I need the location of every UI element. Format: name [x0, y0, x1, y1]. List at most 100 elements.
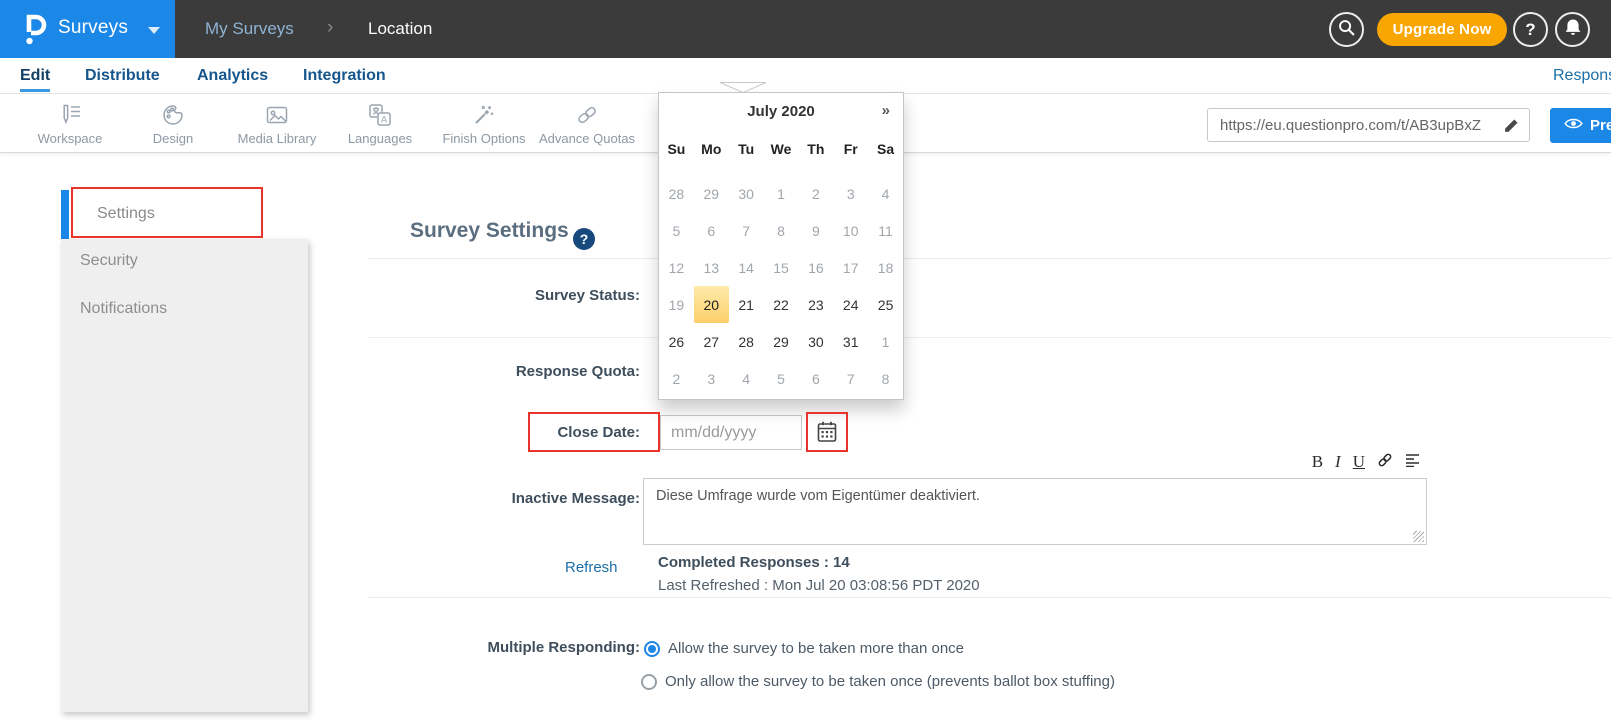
- toolbar-item-advance-quotas[interactable]: Advance Quotas: [532, 102, 642, 146]
- questionpro-logo: [22, 11, 48, 52]
- bell-icon: [1564, 18, 1582, 41]
- eye-icon: [1564, 117, 1583, 134]
- survey-status-label: Survey Status:: [368, 287, 640, 304]
- sidebar-item-settings[interactable]: Settings: [97, 205, 155, 223]
- calendar-day: 16: [798, 249, 833, 286]
- calendar-day: 2: [798, 175, 833, 212]
- close-date-label: Close Date:: [368, 424, 640, 441]
- notifications-button[interactable]: [1555, 12, 1590, 47]
- calendar-day[interactable]: 28: [729, 323, 764, 360]
- last-refreshed-text: Last Refreshed : Mon Jul 20 03:08:56 PDT…: [658, 577, 980, 594]
- questionpro-app: Surveys My Surveys › Location Upgrade No…: [0, 0, 1611, 721]
- calendar-day[interactable]: 30: [798, 323, 833, 360]
- radio-selected-icon[interactable]: [644, 641, 660, 657]
- survey-url-input[interactable]: [1208, 109, 1500, 141]
- tab-integration[interactable]: Integration: [303, 67, 386, 85]
- calendar-day[interactable]: 21: [729, 286, 764, 323]
- sidebar-active-indicator: [61, 190, 69, 239]
- response-quota-label: Response Quota:: [368, 363, 640, 380]
- sidebar-item-security[interactable]: Security: [80, 252, 138, 270]
- multiple-responding-option-allow[interactable]: Allow the survey to be taken more than o…: [644, 640, 964, 657]
- datepicker-next-button[interactable]: »: [882, 102, 890, 119]
- calendar-day: 29: [694, 175, 729, 212]
- calendar-day[interactable]: 29: [764, 323, 799, 360]
- calendar-day: 3: [694, 360, 729, 397]
- tab-edit[interactable]: Edit: [20, 67, 50, 85]
- align-icon[interactable]: [1405, 453, 1420, 470]
- italic-button[interactable]: I: [1335, 453, 1341, 470]
- breadcrumb-parent[interactable]: My Surveys: [205, 19, 294, 39]
- tab-analytics[interactable]: Analytics: [197, 67, 268, 85]
- design-icon: [118, 102, 228, 128]
- calendar-day: 5: [659, 212, 694, 249]
- toolbar-item-finish-options[interactable]: Finish Options: [429, 102, 539, 146]
- calendar-day: 6: [694, 212, 729, 249]
- finish-options-icon: [429, 102, 539, 128]
- calendar-day: 2: [659, 360, 694, 397]
- tab-distribute[interactable]: Distribute: [85, 67, 160, 85]
- message-editor-toolbar: B I U: [1298, 450, 1420, 472]
- pencil-icon[interactable]: [1503, 117, 1520, 139]
- preview-button-label: Pre: [1590, 117, 1611, 134]
- workspace-icon: [15, 102, 125, 128]
- divider: [368, 337, 1611, 338]
- multiple-responding-option-once[interactable]: Only allow the survey to be taken once (…: [641, 673, 1115, 690]
- calendar-day-selected[interactable]: 20: [694, 286, 729, 323]
- sidebar-item-notifications[interactable]: Notifications: [80, 300, 167, 318]
- datepicker-caret: [719, 82, 767, 94]
- day-header: Mo: [694, 137, 729, 161]
- search-button[interactable]: [1329, 12, 1364, 47]
- calendar-day: 17: [833, 249, 868, 286]
- day-header: We: [764, 137, 799, 161]
- underline-button[interactable]: U: [1353, 453, 1365, 470]
- calendar-day: 3: [833, 175, 868, 212]
- textarea-resize-handle[interactable]: [1413, 531, 1424, 542]
- calendar-icon[interactable]: [815, 419, 839, 445]
- tab-responses-partial[interactable]: Respons: [1553, 67, 1611, 85]
- calendar-day[interactable]: 27: [694, 323, 729, 360]
- calendar-day[interactable]: 31: [833, 323, 868, 360]
- preview-button[interactable]: Pre: [1550, 108, 1611, 143]
- survey-url-box: [1207, 108, 1530, 142]
- day-header: Tu: [729, 137, 764, 161]
- datepicker-day-headers: Su Mo Tu We Th Fr Sa: [659, 137, 903, 161]
- calendar-day: 18: [868, 249, 903, 286]
- help-icon: ?: [1525, 20, 1535, 40]
- calendar-day[interactable]: 26: [659, 323, 694, 360]
- title-help-button[interactable]: ?: [573, 228, 595, 250]
- toolbar-item-media-library[interactable]: Media Library: [222, 102, 332, 146]
- bold-button[interactable]: B: [1312, 453, 1323, 470]
- multiple-responding-label: Multiple Responding:: [368, 639, 640, 656]
- calendar-day[interactable]: 23: [798, 286, 833, 323]
- section-tabs: Edit Distribute Analytics Integration Re…: [0, 58, 1611, 94]
- inactive-message-textarea[interactable]: Diese Umfrage wurde vom Eigentümer deakt…: [643, 478, 1427, 545]
- calendar-day: 19: [659, 286, 694, 323]
- datepicker-month-label[interactable]: July 2020: [659, 103, 903, 120]
- calendar-day: 10: [833, 212, 868, 249]
- search-icon: [1337, 18, 1356, 42]
- calendar-day[interactable]: 25: [868, 286, 903, 323]
- brand-area[interactable]: Surveys: [0, 0, 175, 58]
- toolbar-item-workspace[interactable]: Workspace: [15, 102, 125, 146]
- product-switcher[interactable]: Surveys: [58, 17, 128, 39]
- calendar-day: 11: [868, 212, 903, 249]
- close-date-input[interactable]: [660, 415, 802, 450]
- calendar-day: 9: [798, 212, 833, 249]
- calendar-day: 8: [764, 212, 799, 249]
- upgrade-now-button[interactable]: Upgrade Now: [1377, 13, 1507, 46]
- calendar-day[interactable]: 22: [764, 286, 799, 323]
- calendar-day[interactable]: 24: [833, 286, 868, 323]
- svg-text:A: A: [381, 115, 387, 125]
- divider: [368, 597, 1611, 598]
- calendar-day: 7: [833, 360, 868, 397]
- advance-quotas-icon: [532, 102, 642, 128]
- datepicker-popup: July 2020 » Su Mo Tu We Th Fr Sa 2829301…: [658, 92, 904, 400]
- top-bar: Surveys My Surveys › Location Upgrade No…: [0, 0, 1611, 58]
- refresh-link[interactable]: Refresh: [565, 559, 618, 576]
- link-icon[interactable]: [1377, 452, 1393, 471]
- toolbar-item-design[interactable]: Design: [118, 102, 228, 146]
- media-library-icon: [222, 102, 332, 128]
- toolbar-item-languages[interactable]: A Languages: [325, 102, 435, 146]
- help-button[interactable]: ?: [1513, 12, 1548, 47]
- radio-unselected-icon[interactable]: [641, 674, 657, 690]
